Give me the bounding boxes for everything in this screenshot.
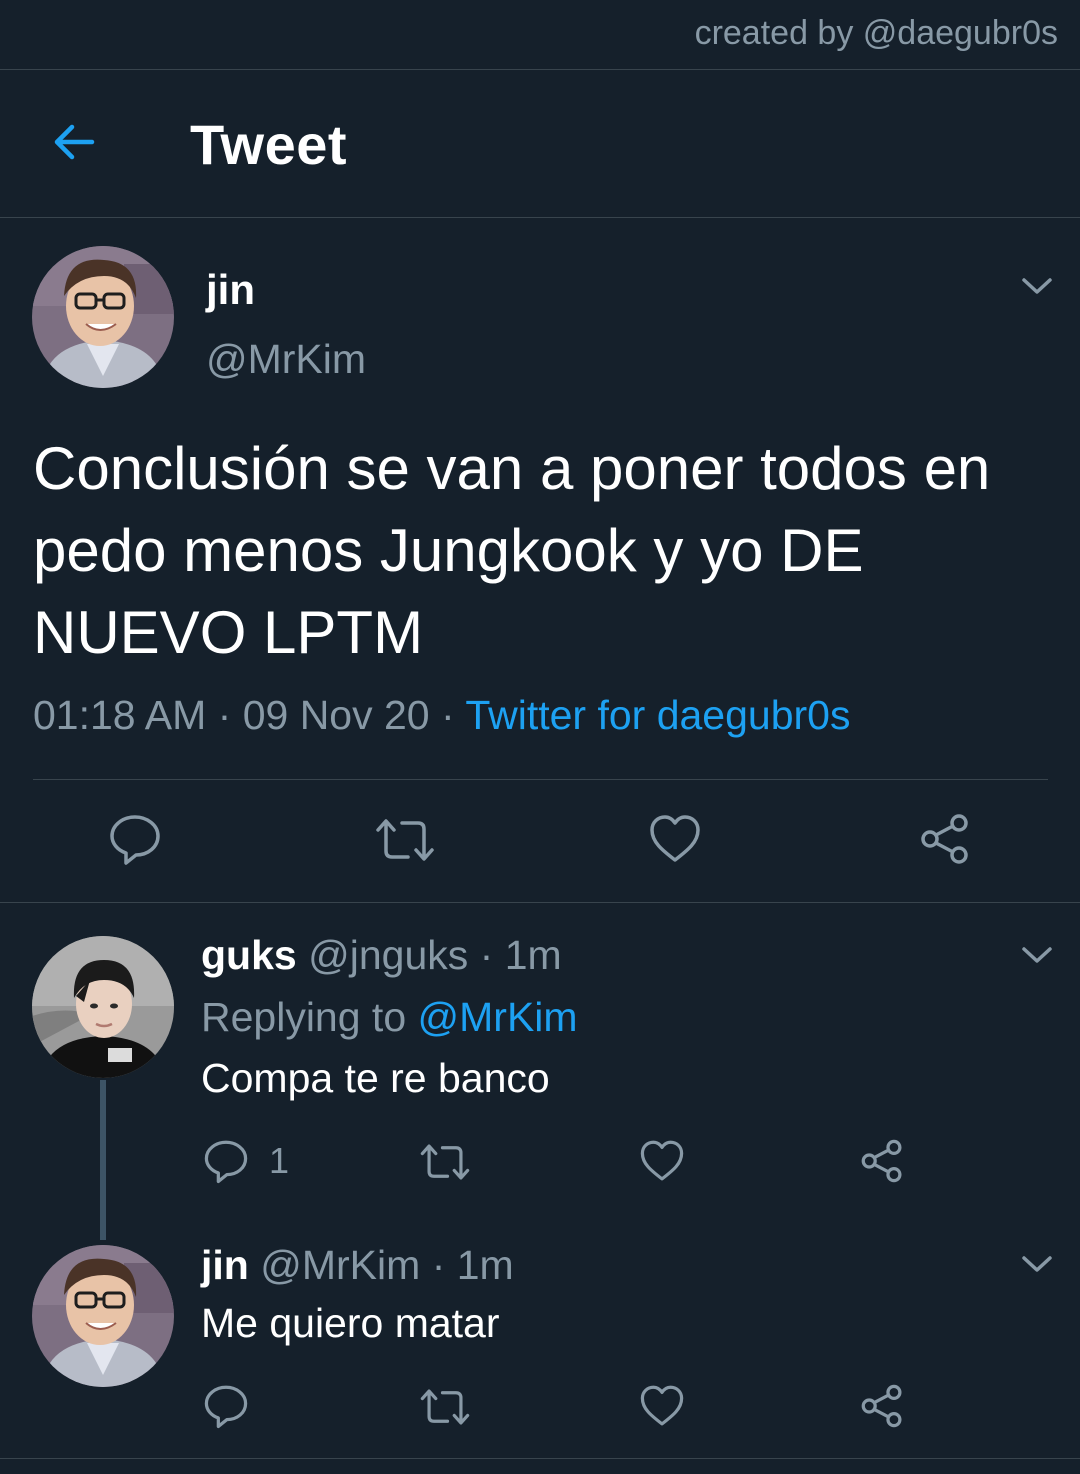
avatar[interactable] [32,936,174,1078]
tweet-time: 01:18 AM [33,692,207,738]
replying-prefix: Replying to [201,994,407,1040]
meta-separator: · [441,692,455,738]
reply-button[interactable] [203,1383,249,1429]
share-button[interactable] [859,1383,905,1429]
retweet-icon [420,1144,470,1180]
meta-separator: · [479,932,494,978]
share-icon [921,814,968,864]
reply-text: Me quiero matar [201,1300,500,1346]
share-icon [861,1384,902,1428]
reply-button[interactable] [108,812,162,866]
like-button[interactable] [639,1138,685,1184]
retweet-button[interactable] [419,1386,471,1428]
chevron-down-icon [1022,1256,1052,1272]
reply-text: Compa te re banco [201,1055,550,1101]
avatar[interactable] [32,1245,174,1387]
reply-header: jin @MrKim · 1m [201,1242,514,1289]
retweet-icon [420,1389,470,1425]
like-button[interactable] [639,1383,685,1429]
share-button[interactable] [918,812,972,866]
page-title: Tweet [190,113,348,176]
divider [0,217,1080,218]
reply-author-handle[interactable]: @jnguks [308,932,468,978]
comment-icon [204,1140,248,1184]
reply-age: 1m [504,932,562,978]
reply-author-handle[interactable]: @MrKim [260,1242,420,1288]
author-name[interactable]: jin [206,266,255,314]
reply-header: guks @jnguks · 1m [201,932,562,979]
replying-handle-link[interactable]: @MrKim [418,994,578,1040]
replying-to: Replying to @MrKim [201,994,578,1041]
back-button[interactable] [50,118,98,166]
meta-separator: · [431,1242,446,1288]
comment-icon [110,815,160,865]
author-handle[interactable]: @MrKim [206,336,366,383]
chevron-down-icon [1022,278,1052,294]
heart-icon [640,1385,684,1426]
divider [0,1458,1080,1459]
share-icon [861,1139,902,1183]
tweet-menu-button[interactable] [1020,275,1054,297]
retweet-icon [376,819,434,861]
reply-button[interactable]: 1 [203,1138,289,1184]
retweet-button[interactable] [419,1141,471,1183]
arrow-left-icon [54,124,95,160]
reply-menu-button[interactable] [1020,944,1054,966]
tweet-source-link[interactable]: Twitter for daegubr0s [465,692,850,738]
reply-menu-button[interactable] [1020,1253,1054,1275]
thread-line [100,1080,106,1240]
tweet-date: 09 Nov 20 [242,692,430,738]
comment-icon [204,1385,248,1429]
tweet-meta: 01:18 AM · 09 Nov 20 · Twitter for daegu… [33,692,850,739]
reply-count: 1 [269,1140,290,1181]
share-button[interactable] [859,1138,905,1184]
chevron-down-icon [1022,947,1052,963]
heart-icon [650,815,700,862]
divider [33,779,1048,780]
tweet-text: Conclusión se van a poner todos en pedo … [33,435,991,666]
credit-text: created by @daegubr0s [694,14,1058,52]
like-button[interactable] [648,812,702,866]
avatar[interactable] [32,246,174,388]
divider [0,69,1080,70]
heart-icon [640,1140,684,1181]
retweet-button[interactable] [374,815,436,865]
reply-author-name[interactable]: jin [201,1242,249,1288]
meta-separator: · [217,692,232,738]
divider [0,902,1080,903]
reply-author-name[interactable]: guks [201,932,297,978]
reply-age: 1m [456,1242,514,1288]
